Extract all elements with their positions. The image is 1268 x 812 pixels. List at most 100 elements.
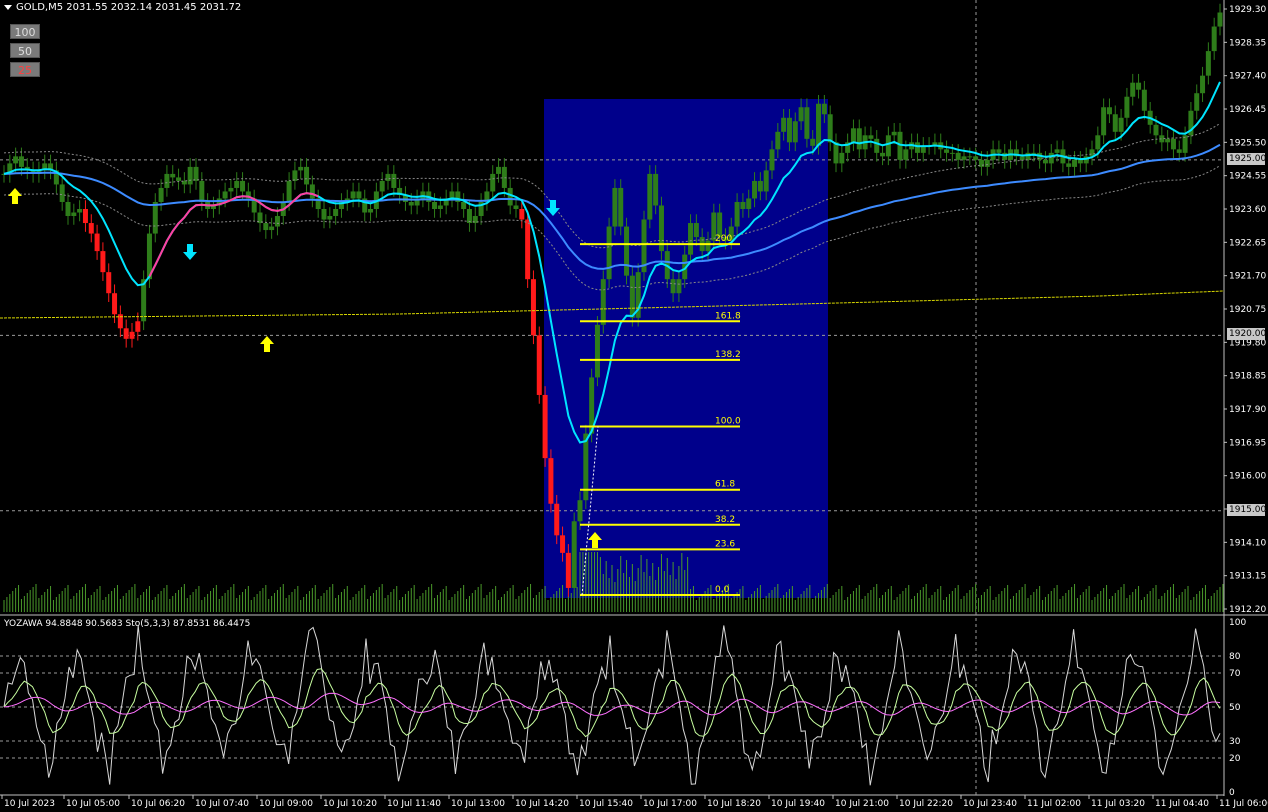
candle-body (18, 156, 24, 167)
candle-body (775, 131, 781, 150)
fib-level-label: 138.2 (715, 350, 741, 360)
candle-body (13, 156, 19, 164)
indicator-header: YOZAWA 94.8848 90.5683 Sto(5,3,3) 87.853… (4, 619, 251, 629)
osc-tick-label: 100 (1229, 618, 1246, 628)
candle-body (856, 128, 862, 150)
candle-body (71, 212, 77, 217)
candle-body (530, 279, 536, 336)
candle-body (77, 209, 83, 213)
candle-body (193, 166, 199, 181)
candle-body (274, 216, 280, 227)
osc-tick-label: 20 (1229, 754, 1241, 764)
button-25[interactable]: 25 (10, 62, 40, 77)
candle-body (734, 201, 740, 227)
candle-body (594, 324, 600, 378)
candle-body (740, 201, 746, 209)
candle-body (705, 240, 711, 252)
candle-body (408, 201, 414, 206)
candle-body (298, 166, 304, 171)
candle-body (1205, 51, 1211, 76)
time-tick-label: 11 Jul 02:00 (1027, 799, 1081, 809)
osc-tick-label: 80 (1229, 652, 1241, 662)
time-tick-label: 10 Jul 06:20 (131, 799, 185, 809)
candle-body (1170, 138, 1176, 150)
price-tick-label: 1927.40 (1229, 72, 1266, 82)
candle-body (368, 209, 374, 213)
candle-body (827, 114, 833, 143)
button-100[interactable]: 100 (10, 24, 40, 39)
time-tick-label: 10 Jul 21:00 (835, 799, 889, 809)
candle-body (885, 135, 891, 157)
time-tick-label: 10 Jul 10:20 (323, 799, 377, 809)
candle-body (955, 152, 961, 160)
candle-body (769, 149, 775, 171)
candle-body (757, 180, 763, 192)
time-tick-label: 10 Jul 15:40 (579, 799, 633, 809)
candle-body (577, 500, 583, 522)
candle-body (158, 187, 164, 202)
candle-body (1136, 82, 1142, 90)
price-tick-label: 1923.60 (1229, 205, 1266, 215)
candle-body (612, 187, 618, 227)
price-chart[interactable]: 1929.30 1928.35 1927.40 1926.45 1925.50 1924.… (0, 0, 1268, 812)
candle-body (914, 142, 920, 153)
candle-body (350, 191, 356, 199)
time-tick-label: 10 Jul 23:40 (963, 799, 1017, 809)
candle-body (496, 166, 502, 174)
candle-body (1194, 93, 1200, 111)
price-tick-label: 1916.00 (1229, 472, 1266, 482)
candle-body (676, 279, 682, 294)
candle-body (222, 191, 228, 199)
price-tick-label: 1917.90 (1229, 405, 1266, 415)
candle-body (176, 177, 182, 181)
candle-body (560, 535, 566, 553)
candle-body (94, 233, 100, 252)
candle-body (1130, 82, 1136, 97)
time-tick-label: 10 Jul 09:00 (259, 799, 313, 809)
price-tag-1920: 1920.00 (1227, 328, 1267, 340)
time-tick-label: 10 Jul 22:20 (899, 799, 953, 809)
dropdown-triangle-icon[interactable] (4, 4, 12, 10)
time-tick-label: 10 Jul 18:20 (707, 799, 761, 809)
candle-body (1165, 138, 1171, 143)
button-50[interactable]: 50 (10, 43, 40, 58)
candle-body (786, 117, 792, 143)
candle-body (466, 209, 472, 224)
candle-body (106, 272, 112, 294)
candle-body (746, 198, 752, 209)
candle-body (519, 209, 525, 220)
candle-body (1112, 114, 1118, 132)
price-tick-label: 1914.10 (1229, 538, 1266, 548)
candle-body (461, 201, 467, 209)
candle-body (903, 149, 909, 160)
candle-body (1095, 135, 1101, 150)
candle-body (199, 180, 205, 202)
candle-body (100, 251, 106, 273)
candle-body (391, 173, 397, 188)
time-tick-label: 10 Jul 11:40 (387, 799, 441, 809)
candle-body (286, 180, 292, 202)
time-tick-label: 10 Jul 19:40 (771, 799, 825, 809)
candle-body (327, 216, 333, 220)
candle-body (984, 159, 990, 167)
fib-level-label: 38.2 (715, 515, 735, 525)
time-tick-label: 10 Jul 13:00 (451, 799, 505, 809)
candle-body (816, 103, 822, 146)
candle-body (432, 201, 438, 209)
candle-body (170, 173, 176, 178)
price-tag-1915: 1915.00 (1227, 504, 1267, 516)
fib-level-label: 200 (715, 234, 732, 244)
candle-body (1054, 149, 1060, 153)
candle-body (1019, 156, 1025, 160)
sell-arrow-icon (183, 244, 197, 260)
price-tick-label: 1912.20 (1229, 605, 1266, 615)
candle-body (670, 279, 676, 294)
candle-body (82, 209, 88, 224)
candle-body (1211, 26, 1217, 52)
candle-body (269, 226, 275, 231)
candle-body (1042, 159, 1048, 164)
time-tick-label: 10 Jul 14:20 (515, 799, 569, 809)
candle-body (792, 121, 798, 143)
ma-pink-segment (148, 192, 319, 277)
candle-body (600, 279, 606, 325)
